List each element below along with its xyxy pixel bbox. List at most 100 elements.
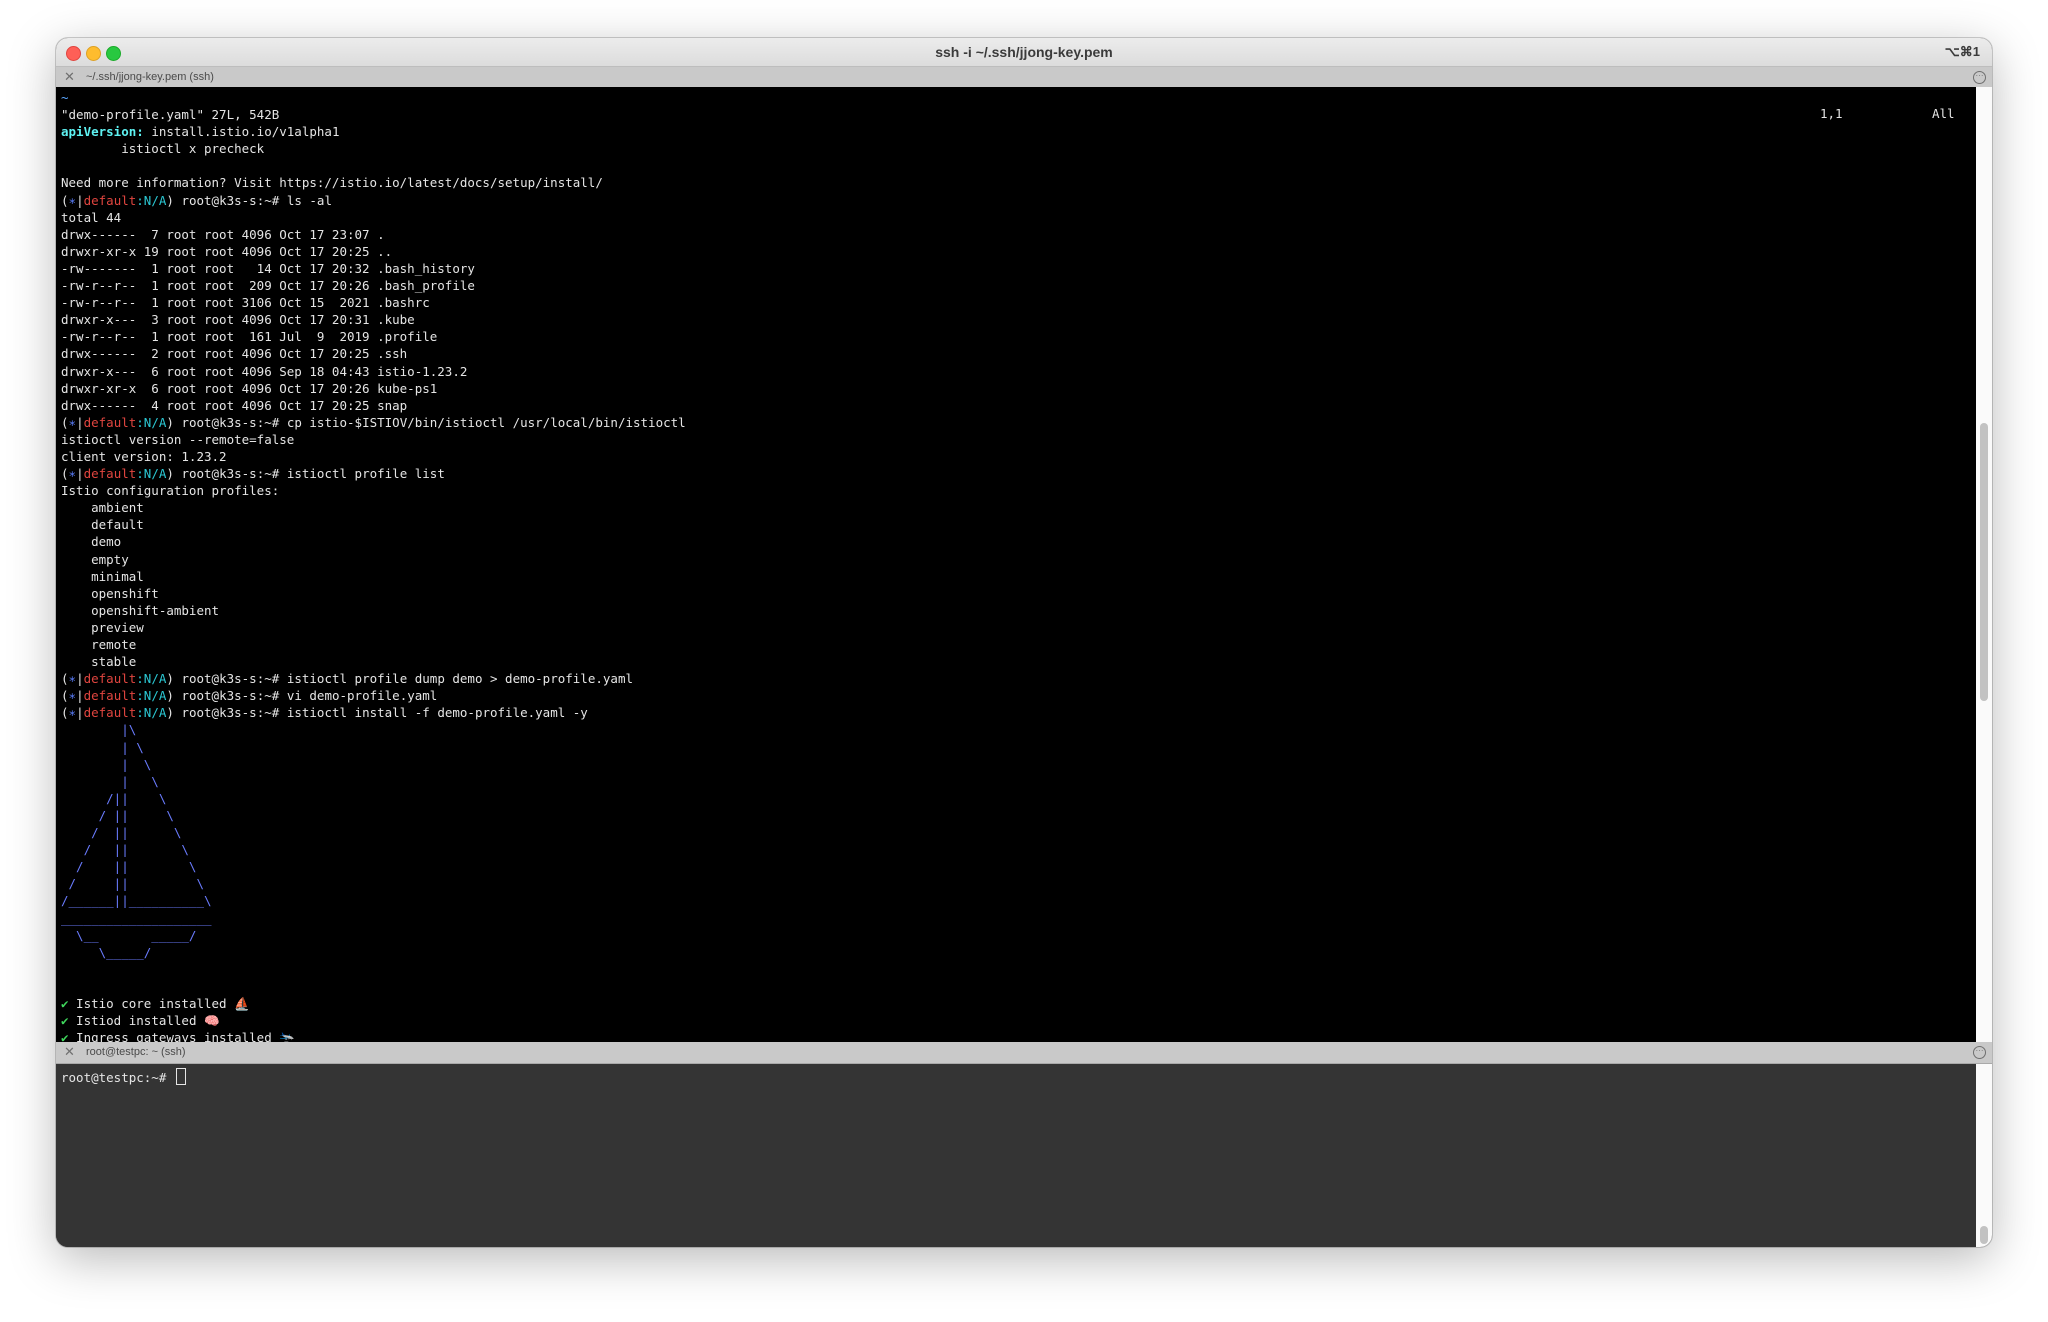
kube-prompt-symbol: ∗ [68, 688, 77, 704]
ls-output-line: drwxr-xr-x 19 root root 4096 Oct 17 20:2… [61, 243, 686, 260]
ship-art-line: / || \ [61, 824, 686, 841]
profile-list-item: default [61, 516, 686, 533]
status-text: Istio core installed [68, 995, 235, 1011]
kube-namespace: :N/A [136, 705, 167, 721]
profile-name: default [61, 517, 144, 533]
profile-name: remote [61, 637, 137, 652]
kube-namespace: :N/A [136, 192, 167, 208]
kube-context: default [83, 705, 137, 721]
yaml-key: apiVersion: [61, 124, 144, 140]
ascii-art: / || \ [61, 876, 204, 892]
output-text: total 44 [61, 209, 122, 225]
profile-name: openshift-ambient [61, 602, 220, 618]
text-cursor [175, 1068, 186, 1085]
terminal-pane-1[interactable]: 1,1 All ~ "demo-profile.yaml" 27L, 542B ap… [56, 87, 1976, 1042]
kube-namespace: :N/A [136, 414, 167, 430]
profile-list-item: minimal [61, 568, 686, 585]
status-emoji-icon: 🧠 [204, 1013, 220, 1029]
prompt-punctuation: | [76, 671, 84, 687]
prompt-punctuation: ) [166, 688, 174, 704]
output-text: -rw-r--r-- 1 root root 161 Jul 9 2019 .p… [61, 329, 438, 345]
close-pane-icon[interactable]: ✕ [64, 1044, 75, 1060]
prompt-punctuation: ) [166, 466, 174, 482]
file-info: "demo-profile.yaml" 27L, 542B [61, 107, 280, 123]
ship-art-line: / || \ [61, 875, 686, 892]
prompt-punctuation: ( [61, 414, 69, 430]
pane-2-header[interactable]: ✕ root@testpc: ~ (ssh) ··· [56, 1042, 1992, 1064]
ship-art-line: / || \ [61, 858, 686, 875]
kube-prompt-symbol: ∗ [68, 414, 77, 430]
prompt-punctuation: ( [61, 671, 69, 687]
pane-options-icon[interactable]: ··· [1973, 1046, 1986, 1059]
terminal-window: ssh -i ~/.ssh/jjong-key.pem ⌥⌘1 ✕ ~/.ssh… [56, 38, 1992, 1247]
kube-prompt-symbol: ∗ [68, 466, 77, 482]
output-text: Need more information? Visit https://ist… [61, 175, 603, 191]
shell-prompt: root@k3s-s:~# [173, 466, 287, 482]
ls-output-line: -rw-r--r-- 1 root root 3106 Oct 15 2021 … [61, 294, 686, 311]
kube-context: default [83, 671, 137, 687]
shell-prompt: root@k3s-s:~# [173, 671, 287, 687]
profile-name: minimal [61, 568, 144, 584]
pane-1-scroll-thumb[interactable] [1980, 423, 1988, 701]
ship-art-line: ____________________ [61, 910, 686, 927]
ascii-art: / || \ [61, 807, 174, 823]
output-text: -rw-r--r-- 1 root root 209 Oct 17 20:26 … [61, 278, 475, 294]
ship-art-line: /______||__________\ [61, 892, 686, 909]
window-title: ssh -i ~/.ssh/jjong-key.pem [935, 44, 1113, 60]
install-status-line: ✔ Ingress gateways installed 🛬 [61, 1029, 686, 1042]
pane-2-scrollbar[interactable] [1976, 1064, 1992, 1247]
output-line: client version: 1.23.2 [61, 448, 686, 465]
shell-prompt-line: root@testpc:~# [61, 1068, 186, 1085]
command-line: (∗|default:N/A) root@k3s-s:~# cp istio-$… [61, 414, 686, 431]
terminal-pane-2[interactable]: root@testpc:~# [56, 1064, 1976, 1247]
prompt-punctuation: | [76, 414, 84, 430]
title-bar[interactable]: ssh -i ~/.ssh/jjong-key.pem ⌥⌘1 [56, 38, 1992, 67]
pane-2-scroll-thumb[interactable] [1980, 1226, 1988, 1244]
prompt-punctuation: | [76, 705, 84, 721]
ls-output-line: drwx------ 4 root root 4096 Oct 17 20:25… [61, 397, 686, 414]
prompt-punctuation: ) [166, 414, 174, 430]
output-text: drwxr-xr-x 6 root root 4096 Oct 17 20:26… [61, 380, 438, 396]
kube-prompt-symbol: ∗ [68, 705, 77, 721]
ship-art-line: / || \ [61, 841, 686, 858]
ls-output-line: total 44 [61, 209, 686, 226]
ls-output-line: drwx------ 7 root root 4096 Oct 17 23:07… [61, 226, 686, 243]
shell-command: ls -al [286, 192, 332, 208]
status-text: Istiod installed [68, 1013, 204, 1029]
ascii-art: | \ [61, 773, 159, 789]
ship-art-line: / || \ [61, 807, 686, 824]
output-line: Istio configuration profiles: [61, 482, 686, 499]
output-text: istioctl version --remote=false [61, 431, 295, 447]
ascii-art: /______||__________\ [61, 893, 212, 909]
command-line: (∗|default:N/A) root@k3s-s:~# istioctl p… [61, 670, 686, 687]
install-status-line: ✔ Istiod installed 🧠 [61, 1012, 686, 1029]
shell-prompt: root@k3s-s:~# [173, 688, 287, 704]
check-icon: ✔ [61, 1013, 69, 1029]
output-line: Need more information? Visit https://ist… [61, 174, 686, 191]
close-pane-icon[interactable]: ✕ [64, 69, 75, 85]
profile-list-item: ambient [61, 499, 686, 516]
pane-options-icon[interactable]: ··· [1973, 71, 1986, 84]
terminal-output: ~ "demo-profile.yaml" 27L, 542B apiVersion… [61, 89, 686, 1042]
pane-1-header[interactable]: ✕ ~/.ssh/jjong-key.pem (ssh) ··· [56, 67, 1992, 88]
ascii-art: / || \ [61, 859, 197, 875]
output-text: drwxr-xr-x 19 root root 4096 Oct 17 20:2… [61, 243, 393, 259]
prompt-punctuation: | [76, 192, 84, 208]
status-emoji-icon: ⛵️ [234, 995, 250, 1011]
ls-output-line: drwxr-xr-x 6 root root 4096 Oct 17 20:26… [61, 380, 686, 397]
yaml-api-version: apiVersion: install.istio.io/v1alpha1 [61, 123, 686, 140]
ship-art-line: |\ [61, 721, 686, 738]
command-line: (∗|default:N/A) root@k3s-s:~# vi demo-pr… [61, 687, 686, 704]
prompt-punctuation: ) [166, 705, 174, 721]
output-line: istioctl x precheck [61, 140, 686, 157]
shell-command: cp istio-$ISTIOV/bin/istioctl /usr/local… [286, 414, 686, 430]
ls-output-line: -rw------- 1 root root 14 Oct 17 20:32 .… [61, 260, 686, 277]
check-icon: ✔ [61, 995, 69, 1011]
ascii-art: ____________________ [61, 910, 212, 926]
profile-name: preview [61, 619, 144, 635]
output-text: drwx------ 2 root root 4096 Oct 17 20:25… [61, 346, 408, 362]
shell-command: istioctl profile dump demo > demo-profil… [286, 671, 633, 687]
shell-prompt: root@k3s-s:~# [173, 705, 287, 721]
profile-list-item: empty [61, 551, 686, 568]
